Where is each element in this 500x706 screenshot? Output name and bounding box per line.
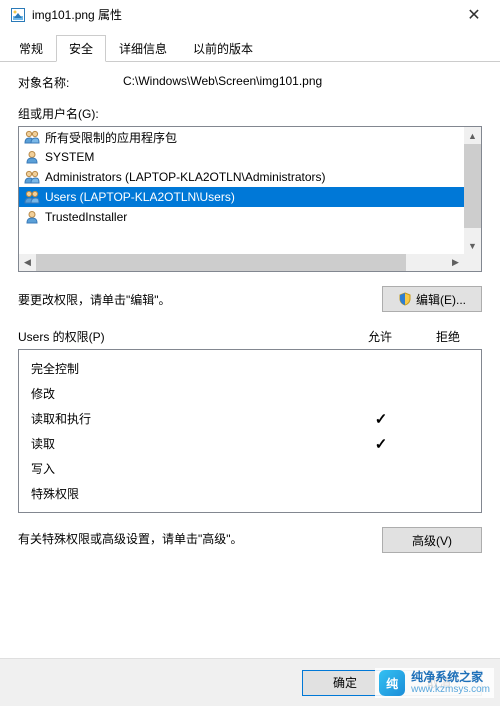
edit-button-label: 编辑(E)... bbox=[416, 291, 466, 308]
permission-name: 特殊权限 bbox=[31, 485, 349, 502]
scroll-up-icon[interactable]: ▲ bbox=[464, 127, 481, 144]
scroll-thumb[interactable] bbox=[464, 144, 481, 228]
tab-security[interactable]: 安全 bbox=[56, 35, 106, 62]
permission-row: 特殊权限 bbox=[31, 481, 477, 506]
permission-row: 修改 bbox=[31, 381, 477, 406]
title-bar: img101.png 属性 ✕ bbox=[0, 0, 500, 30]
user-icon bbox=[23, 149, 41, 165]
scroll-track[interactable] bbox=[464, 144, 481, 237]
group-icon bbox=[23, 189, 41, 205]
advanced-row: 有关特殊权限或高级设置，请单击"高级"。 高级(V) bbox=[18, 527, 482, 553]
permission-name: 读取和执行 bbox=[31, 410, 349, 427]
window-title: img101.png 属性 bbox=[32, 6, 452, 23]
permissions-header: Users 的权限(P) 允许 拒绝 bbox=[18, 328, 482, 345]
scroll-right-icon[interactable]: ▶ bbox=[447, 254, 464, 271]
list-item-label: 所有受限制的应用程序包 bbox=[45, 129, 177, 146]
allow-header: 允许 bbox=[346, 328, 414, 345]
allow-checkmark-icon: ✓ bbox=[349, 410, 413, 428]
allow-checkmark-icon: ✓ bbox=[349, 435, 413, 453]
list-item[interactable]: Administrators (LAPTOP-KLA2OTLN\Administ… bbox=[19, 167, 481, 187]
file-icon bbox=[10, 7, 26, 23]
advanced-button-label: 高级(V) bbox=[412, 532, 452, 549]
permissions-for-label: Users 的权限(P) bbox=[18, 328, 346, 345]
object-name-label: 对象名称: bbox=[18, 74, 123, 91]
watermark: 纯 纯净系统之家 www.kzmsys.com bbox=[375, 668, 494, 698]
list-item-label: TrustedInstaller bbox=[45, 210, 127, 224]
close-button[interactable]: ✕ bbox=[452, 0, 496, 30]
watermark-name: 纯净系统之家 bbox=[411, 671, 490, 684]
scroll-thumb-h[interactable] bbox=[36, 254, 406, 271]
permission-row: 读取和执行✓ bbox=[31, 406, 477, 431]
scroll-left-icon[interactable]: ◀ bbox=[19, 254, 36, 271]
tab-details[interactable]: 详细信息 bbox=[106, 35, 180, 62]
groups-label: 组或用户名(G): bbox=[18, 105, 482, 122]
tab-bar: 常规 安全 详细信息 以前的版本 bbox=[0, 34, 500, 62]
group-icon bbox=[23, 129, 41, 145]
scroll-sizer bbox=[464, 254, 481, 271]
vertical-scrollbar[interactable]: ▲ ▼ bbox=[464, 127, 481, 254]
deny-header: 拒绝 bbox=[414, 328, 482, 345]
edit-row: 要更改权限，请单击"编辑"。 编辑(E)... bbox=[18, 286, 482, 312]
edit-hint: 要更改权限，请单击"编辑"。 bbox=[18, 291, 382, 308]
advanced-hint: 有关特殊权限或高级设置，请单击"高级"。 bbox=[18, 530, 382, 549]
tab-content: 对象名称: C:\Windows\Web\Screen\img101.png 组… bbox=[0, 62, 500, 569]
permission-name: 写入 bbox=[31, 460, 349, 477]
user-icon bbox=[23, 209, 41, 225]
tab-general[interactable]: 常规 bbox=[6, 35, 56, 62]
scroll-track-h[interactable] bbox=[36, 254, 447, 271]
scroll-down-icon[interactable]: ▼ bbox=[464, 237, 481, 254]
edit-button[interactable]: 编辑(E)... bbox=[382, 286, 482, 312]
permissions-listbox: 完全控制修改读取和执行✓读取✓写入特殊权限 bbox=[18, 349, 482, 513]
permission-row: 写入 bbox=[31, 456, 477, 481]
list-item[interactable]: Users (LAPTOP-KLA2OTLN\Users) bbox=[19, 187, 481, 207]
list-item-label: Users (LAPTOP-KLA2OTLN\Users) bbox=[45, 190, 235, 204]
list-item-label: Administrators (LAPTOP-KLA2OTLN\Administ… bbox=[45, 170, 326, 184]
tab-previous-versions[interactable]: 以前的版本 bbox=[180, 35, 266, 62]
group-icon bbox=[23, 169, 41, 185]
list-item[interactable]: 所有受限制的应用程序包 bbox=[19, 127, 481, 147]
permission-name: 完全控制 bbox=[31, 360, 349, 377]
object-row: 对象名称: C:\Windows\Web\Screen\img101.png bbox=[18, 74, 482, 91]
list-item[interactable]: SYSTEM bbox=[19, 147, 481, 167]
object-path: C:\Windows\Web\Screen\img101.png bbox=[123, 74, 482, 91]
advanced-button[interactable]: 高级(V) bbox=[382, 527, 482, 553]
groups-listbox[interactable]: 所有受限制的应用程序包 SYSTEM Administrators (LAPTOP-… bbox=[18, 126, 482, 272]
shield-icon bbox=[398, 292, 412, 306]
horizontal-scrollbar[interactable]: ◀ ▶ bbox=[19, 254, 464, 271]
permission-row: 读取✓ bbox=[31, 431, 477, 456]
list-item-label: SYSTEM bbox=[45, 150, 94, 164]
watermark-url: www.kzmsys.com bbox=[411, 684, 490, 695]
list-item[interactable]: TrustedInstaller bbox=[19, 207, 481, 227]
permission-name: 修改 bbox=[31, 385, 349, 402]
permission-row: 完全控制 bbox=[31, 356, 477, 381]
watermark-logo-icon: 纯 bbox=[379, 670, 405, 696]
permission-name: 读取 bbox=[31, 435, 349, 452]
